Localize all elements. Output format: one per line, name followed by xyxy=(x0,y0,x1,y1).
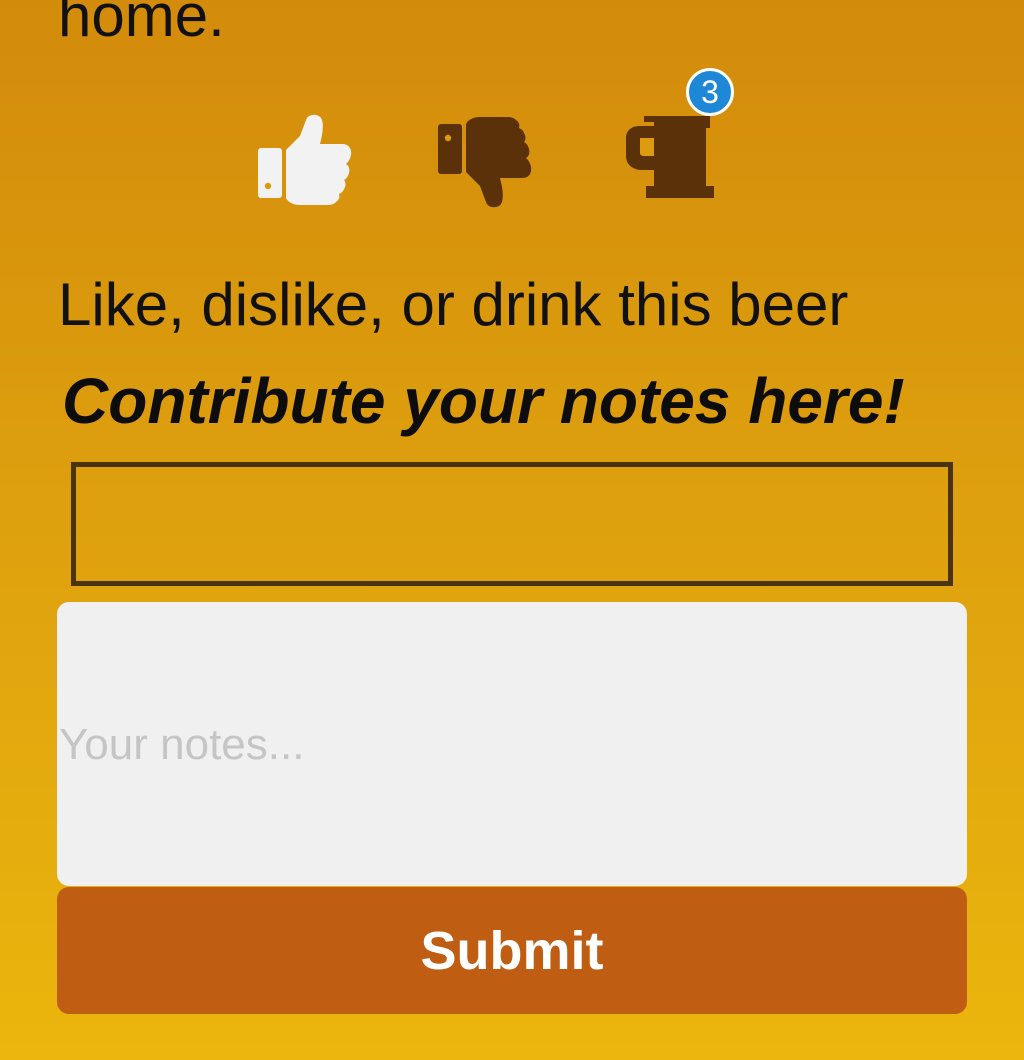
intro-text-tail: home. xyxy=(58,0,225,49)
rating-prompt: Like, dislike, or drink this beer xyxy=(58,271,849,338)
note-title-input[interactable] xyxy=(71,462,953,586)
submit-button[interactable]: Submit xyxy=(57,887,967,1014)
thumbs-up-icon xyxy=(258,114,352,205)
dislike-button[interactable] xyxy=(432,110,532,210)
thumbs-down-icon xyxy=(438,117,532,208)
notes-textarea[interactable] xyxy=(57,602,967,886)
drink-count-badge: 3 xyxy=(686,68,734,116)
contribute-heading: Contribute your notes here! xyxy=(62,365,905,437)
beer-action-bar: 3 xyxy=(0,68,1024,220)
like-button[interactable] xyxy=(252,110,352,210)
drink-button[interactable] xyxy=(616,110,716,210)
beer-mug-icon xyxy=(626,116,714,198)
